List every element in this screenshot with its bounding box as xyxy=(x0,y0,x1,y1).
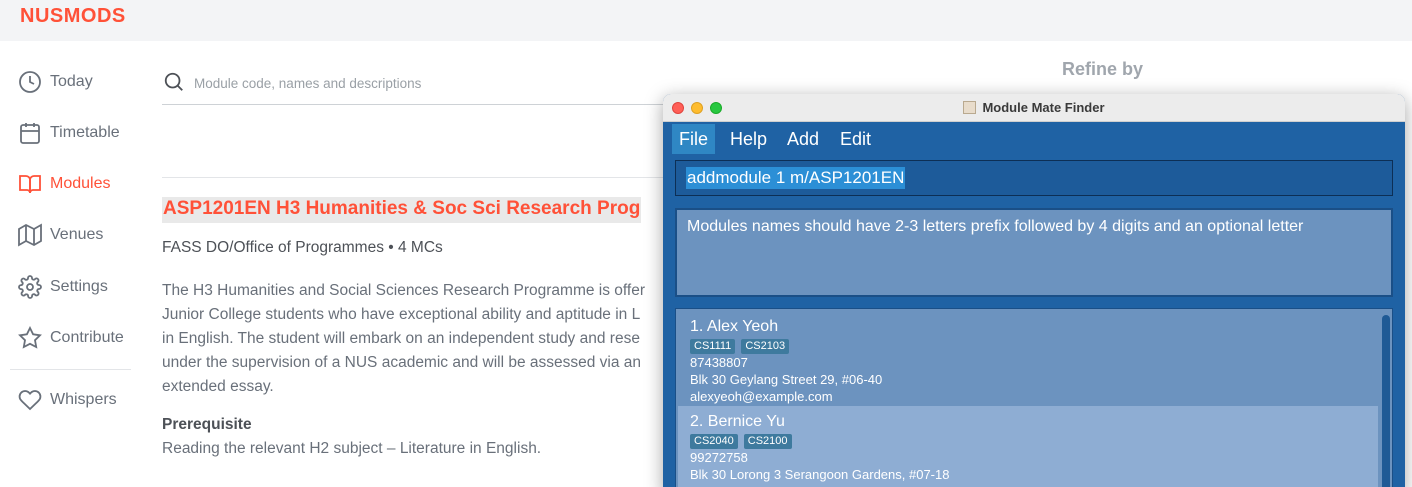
sidebar-item-label: Settings xyxy=(50,278,108,295)
description-line: The H3 Humanities and Social Sciences Re… xyxy=(162,282,646,299)
book-icon xyxy=(18,172,42,196)
person-phone: 87438807 xyxy=(690,355,748,370)
menu-file[interactable]: File xyxy=(672,124,716,154)
menu-add[interactable]: Add xyxy=(780,124,826,154)
window-title: Module Mate Finder xyxy=(663,100,1405,115)
refine-by-heading: Refine by xyxy=(1062,59,1144,79)
sidebar-item-label: Modules xyxy=(50,175,111,192)
person-name: 1. Alex Yeoh xyxy=(690,318,779,335)
module-meta: FASS DO/Office of Programmes • 4 MCs xyxy=(162,239,443,256)
description-line: in English. The student will embark on a… xyxy=(162,330,640,347)
heart-icon xyxy=(18,388,42,412)
sidebar-item-timetable[interactable]: Timetable xyxy=(18,118,120,148)
module-search-input[interactable] xyxy=(194,73,654,93)
gear-icon xyxy=(18,275,42,299)
module-tag: CS2100 xyxy=(743,434,792,449)
module-tag: CS2103 xyxy=(741,339,790,354)
app-icon xyxy=(963,101,977,114)
menu-edit[interactable]: Edit xyxy=(833,124,878,154)
top-bar: NUSMODS xyxy=(0,0,1412,41)
module-description: The H3 Humanities and Social Sciences Re… xyxy=(162,279,682,399)
person-card[interactable]: 2. Bernice Yu CS2040 CS2100 99272758 Blk… xyxy=(678,406,1378,487)
person-address: Blk 30 Geylang Street 29, #06-40 xyxy=(690,372,883,387)
sidebar-item-modules[interactable]: Modules xyxy=(18,169,110,199)
sidebar-item-label: Today xyxy=(50,73,93,90)
module-tag: CS1111 xyxy=(690,339,736,354)
sidebar-item-label: Timetable xyxy=(50,124,120,141)
module-tag: CS2040 xyxy=(690,434,738,449)
result-display: Modules names should have 2-3 letters pr… xyxy=(675,208,1393,297)
map-icon xyxy=(18,223,42,247)
star-icon xyxy=(18,326,42,350)
person-address: Blk 30 Lorong 3 Serangoon Gardens, #07-1… xyxy=(690,467,950,482)
description-line: Junior College students who have excepti… xyxy=(162,306,641,323)
sidebar-item-today[interactable]: Today xyxy=(18,67,93,97)
module-mate-finder-window: Module Mate Finder File Help Add Edit ad… xyxy=(663,94,1405,487)
module-tags: CS2040 CS2100 xyxy=(690,434,792,449)
search-icon xyxy=(163,71,185,93)
content-divider xyxy=(162,177,672,178)
sidebar-item-settings[interactable]: Settings xyxy=(18,272,108,302)
window-titlebar[interactable]: Module Mate Finder xyxy=(663,94,1405,122)
sidebar-divider xyxy=(10,369,131,370)
menu-bar: File Help Add Edit xyxy=(663,122,1405,155)
module-title-link[interactable]: ASP1201EN H3 Humanities & Soc Sci Resear… xyxy=(162,197,642,223)
person-list[interactable]: 1. Alex Yeoh CS1111 CS2103 87438807 Blk … xyxy=(675,308,1393,487)
module-tags: CS1111 CS2103 xyxy=(690,339,790,354)
search-underline xyxy=(162,104,672,105)
description-line: under the supervision of a NUS academic … xyxy=(162,354,642,371)
sidebar-item-label: Venues xyxy=(50,226,104,243)
command-text: addmodule 1 m/ASP1201EN xyxy=(686,167,906,189)
person-email: alexyeoh@example.com xyxy=(690,389,833,404)
nusmods-logo[interactable]: NUSMODS xyxy=(20,5,126,28)
sidebar-item-label: Contribute xyxy=(50,329,124,346)
result-message: Modules names should have 2-3 letters pr… xyxy=(687,218,1304,235)
person-name: 2. Bernice Yu xyxy=(690,413,785,430)
sidebar-item-label: Whispers xyxy=(50,391,117,408)
window-title-text: Module Mate Finder xyxy=(982,100,1105,115)
prerequisite-text: Reading the relevant H2 subject – Litera… xyxy=(162,440,542,457)
list-scrollbar[interactable] xyxy=(1382,315,1390,487)
person-phone: 99272758 xyxy=(690,450,748,465)
prerequisite-heading: Prerequisite xyxy=(162,416,252,433)
command-input[interactable]: addmodule 1 m/ASP1201EN xyxy=(675,160,1393,196)
sidebar-item-venues[interactable]: Venues xyxy=(18,220,103,250)
calendar-icon xyxy=(18,121,42,145)
sidebar-item-contribute[interactable]: Contribute xyxy=(18,323,124,353)
description-line: extended essay. xyxy=(162,378,274,395)
sidebar-nav: Today Timetable Modules Venues Settings … xyxy=(0,41,140,487)
menu-help[interactable]: Help xyxy=(723,124,774,154)
clock-icon xyxy=(18,70,42,94)
person-card[interactable]: 1. Alex Yeoh CS1111 CS2103 87438807 Blk … xyxy=(678,311,1378,406)
sidebar-item-whispers[interactable]: Whispers xyxy=(18,385,117,415)
